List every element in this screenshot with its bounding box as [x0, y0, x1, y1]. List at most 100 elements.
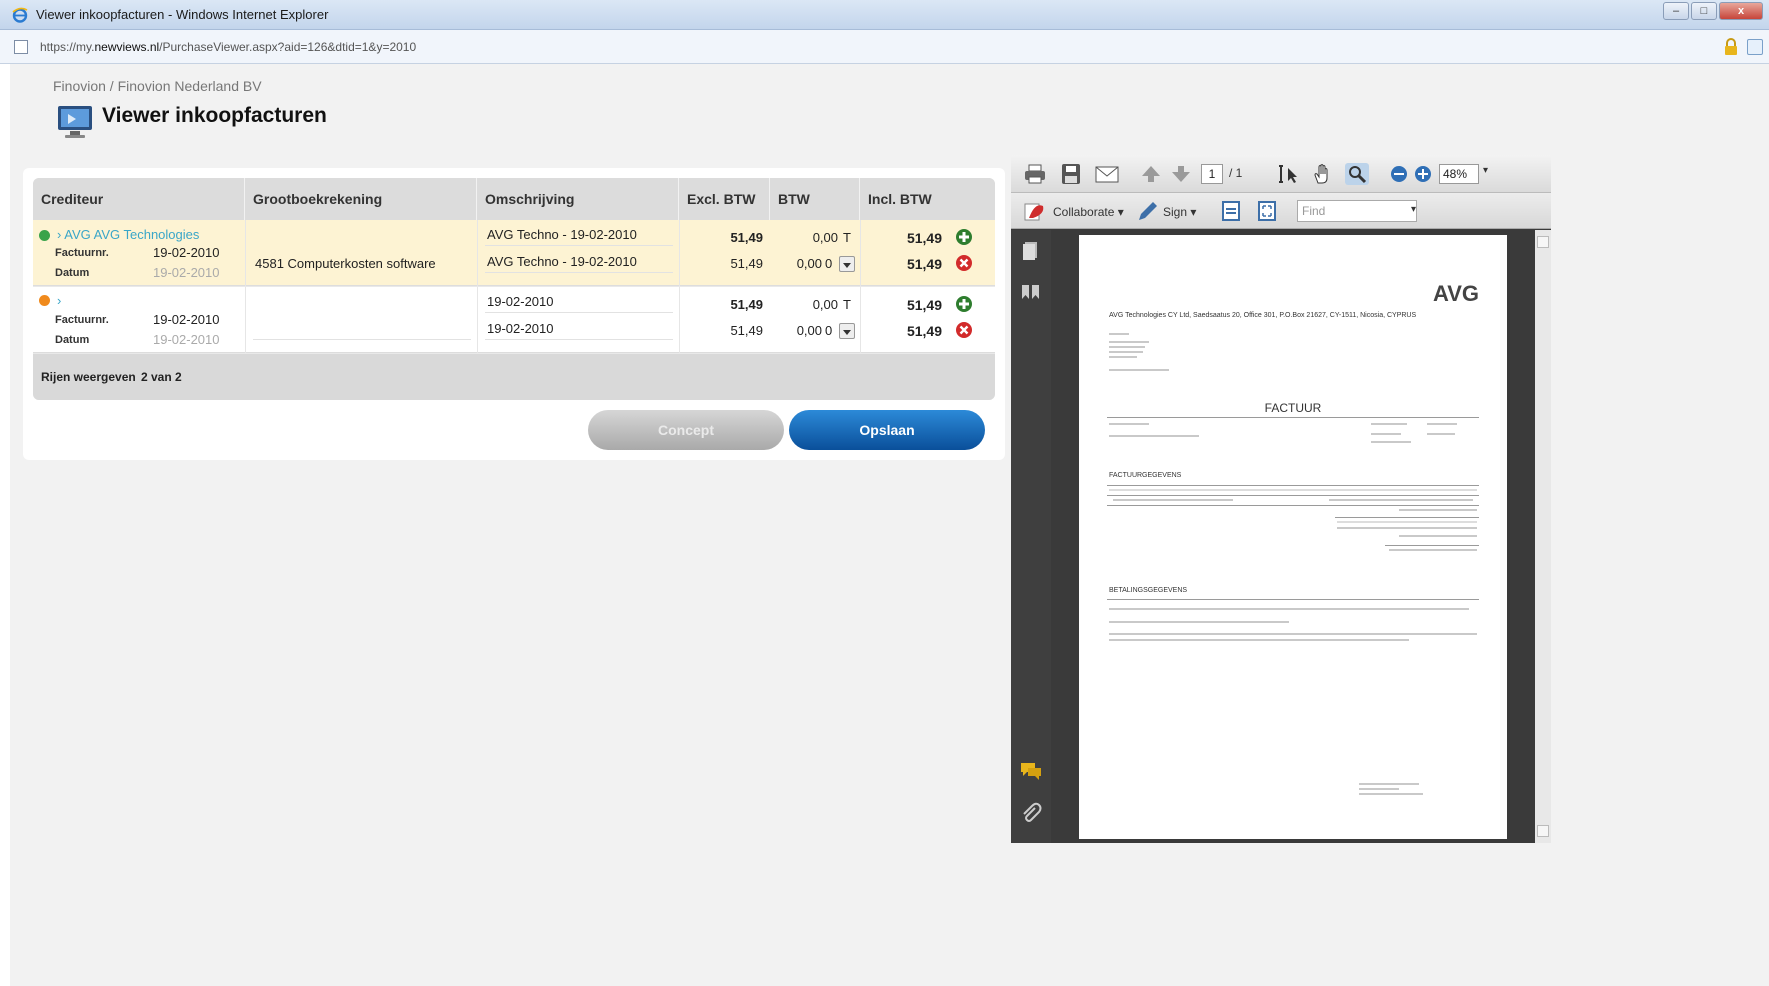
find-input[interactable]: Find: [1297, 200, 1417, 222]
url-domain: newviews.nl: [94, 40, 160, 54]
comments-panel-icon[interactable]: [1019, 760, 1043, 782]
zoom-out-icon[interactable]: [1387, 163, 1411, 185]
btw-value[interactable]: 0,00: [770, 323, 822, 338]
window-title: Viewer inkoopfacturen - Windows Internet…: [36, 7, 329, 22]
close-button[interactable]: x: [1719, 2, 1763, 20]
address-bar: https://my.newviews.nl/PurchaseViewer.as…: [0, 30, 1769, 64]
scroll-down-button[interactable]: [1537, 825, 1549, 837]
lock-icon[interactable]: [1723, 38, 1739, 56]
grid-header: Crediteur Grootboekrekening Omschrijving…: [33, 178, 995, 220]
incl-btw-value: 51,49: [906, 297, 942, 313]
payment-section-title: BETALINGSGEGEVENS: [1109, 587, 1188, 594]
remove-line-icon[interactable]: [955, 321, 973, 339]
collaborate-icon[interactable]: [1023, 200, 1047, 222]
btw-dropdown-button[interactable]: [839, 256, 855, 272]
btw-code: 0: [825, 256, 833, 271]
ledger-value[interactable]: 4581 Computerkosten software: [255, 256, 436, 271]
creditor-name: AVG AVG Technologies: [64, 227, 200, 242]
previous-page-icon[interactable]: [1139, 163, 1163, 185]
date-label: Datum: [55, 267, 90, 279]
invoice-card: Crediteur Grootboekrekening Omschrijving…: [23, 168, 1005, 460]
sign-label: Sign: [1163, 205, 1188, 219]
invoice-grid: Crediteur Grootboekrekening Omschrijving…: [33, 178, 995, 400]
zoom-dropdown-icon[interactable]: ▾: [1483, 165, 1488, 176]
maximize-button[interactable]: □: [1691, 2, 1717, 20]
remove-line-icon[interactable]: [955, 254, 973, 272]
description-field[interactable]: AVG Techno - 19-02-2010: [485, 253, 673, 273]
creditor-link[interactable]: › AVG AVG Technologies: [57, 227, 199, 242]
btw-dropdown-button[interactable]: [839, 323, 855, 339]
marquee-zoom-icon[interactable]: [1345, 163, 1369, 185]
description-field[interactable]: AVG Techno - 19-02-2010: [485, 226, 673, 246]
find-dropdown-icon[interactable]: ▾: [1411, 204, 1416, 215]
table-row: › Factuurnr. 19-02-2010 Datum 19-02-2010…: [33, 287, 995, 353]
pdf-scrollbar[interactable]: [1535, 230, 1551, 843]
sign-pen-icon[interactable]: [1135, 200, 1159, 222]
window-titlebar: Viewer inkoopfacturen - Windows Internet…: [0, 0, 1769, 30]
excl-btw-value[interactable]: 51,49: [679, 297, 763, 312]
monitor-icon: [58, 106, 92, 138]
col-btw[interactable]: BTW: [770, 178, 860, 220]
collaborate-menu[interactable]: Collaborate ▾: [1053, 205, 1124, 219]
zoom-in-icon[interactable]: [1411, 163, 1435, 185]
add-line-icon[interactable]: [955, 228, 973, 246]
print-icon[interactable]: [1023, 163, 1047, 185]
col-excl-btw[interactable]: Excl. BTW: [679, 178, 770, 220]
incl-btw-value: 51,49: [906, 230, 942, 246]
select-text-icon[interactable]: [1277, 163, 1301, 185]
col-grootboekrekening[interactable]: Grootboekrekening: [245, 178, 477, 220]
zoom-level-input[interactable]: 48%: [1439, 164, 1479, 184]
excl-btw-value[interactable]: 51,49: [679, 230, 763, 245]
col-incl-btw[interactable]: Incl. BTW: [860, 178, 995, 220]
table-row: › AVG AVG Technologies Factuurnr. 19-02-…: [33, 220, 995, 286]
sign-menu[interactable]: Sign ▾: [1163, 205, 1196, 219]
btw-value[interactable]: 0,00: [770, 297, 838, 312]
pages-panel-icon[interactable]: [1019, 240, 1043, 262]
excl-btw-value[interactable]: 51,49: [679, 256, 763, 271]
col-crediteur[interactable]: Crediteur: [33, 178, 245, 220]
pdf-toolbar: 1 / 1 48% ▾: [1011, 155, 1551, 193]
date-label: Datum: [55, 334, 90, 346]
excl-btw-value[interactable]: 51,49: [679, 323, 763, 338]
description-field[interactable]: 19-02-2010: [485, 320, 673, 340]
description-field[interactable]: 19-02-2010: [485, 293, 673, 313]
ledger-field[interactable]: [253, 320, 471, 340]
fit-width-icon[interactable]: [1219, 200, 1243, 222]
col-omschrijving[interactable]: Omschrijving: [477, 178, 679, 220]
btw-value[interactable]: 0,00: [770, 230, 838, 245]
pdf-toolbar-secondary: Collaborate ▾ Sign ▾ Find ▾: [1011, 193, 1551, 229]
full-screen-icon[interactable]: [1255, 200, 1279, 222]
page-number-input[interactable]: 1: [1201, 164, 1223, 184]
date-value[interactable]: 19-02-2010: [153, 332, 220, 347]
incl-btw-value: 51,49: [906, 323, 942, 339]
creditor-link[interactable]: ›: [57, 293, 61, 308]
bookmarks-panel-icon[interactable]: [1019, 282, 1043, 304]
pdf-sidebar: [1011, 230, 1051, 843]
add-line-icon[interactable]: [955, 295, 973, 313]
invoice-no-value[interactable]: 19-02-2010: [153, 312, 220, 327]
concept-button[interactable]: Concept: [588, 410, 784, 450]
attachments-panel-icon[interactable]: [1019, 802, 1043, 824]
url-field[interactable]: https://my.newviews.nl/PurchaseViewer.as…: [40, 40, 416, 54]
internet-explorer-icon: [12, 7, 28, 23]
email-icon[interactable]: [1095, 163, 1119, 185]
invoice-no-label: Factuurnr.: [55, 314, 109, 326]
btw-code: T: [843, 297, 851, 312]
minimize-button[interactable]: –: [1663, 2, 1689, 20]
pdf-document-page[interactable]: AVG AVG Technologies CY Ltd, Saedsaatus …: [1079, 235, 1507, 839]
hand-tool-icon[interactable]: [1311, 163, 1335, 185]
page-total: / 1: [1229, 166, 1243, 180]
url-prefix: https://my.: [40, 40, 95, 54]
feed-icon[interactable]: [1747, 39, 1763, 55]
btw-value[interactable]: 0,00: [770, 256, 822, 271]
save-button[interactable]: Opslaan: [789, 410, 985, 450]
date-value[interactable]: 19-02-2010: [153, 265, 220, 280]
save-icon[interactable]: [1059, 163, 1083, 185]
scroll-up-button[interactable]: [1537, 236, 1549, 248]
sender-line: AVG Technologies CY Ltd, Saedsaatus 20, …: [1109, 312, 1417, 319]
grid-footer: Rijen weergeven 2 van 2: [33, 354, 995, 400]
invoice-no-value[interactable]: 19-02-2010: [153, 245, 220, 260]
invoice-no-label: Factuurnr.: [55, 247, 109, 259]
btw-code: 0: [825, 323, 833, 338]
next-page-icon[interactable]: [1169, 163, 1193, 185]
